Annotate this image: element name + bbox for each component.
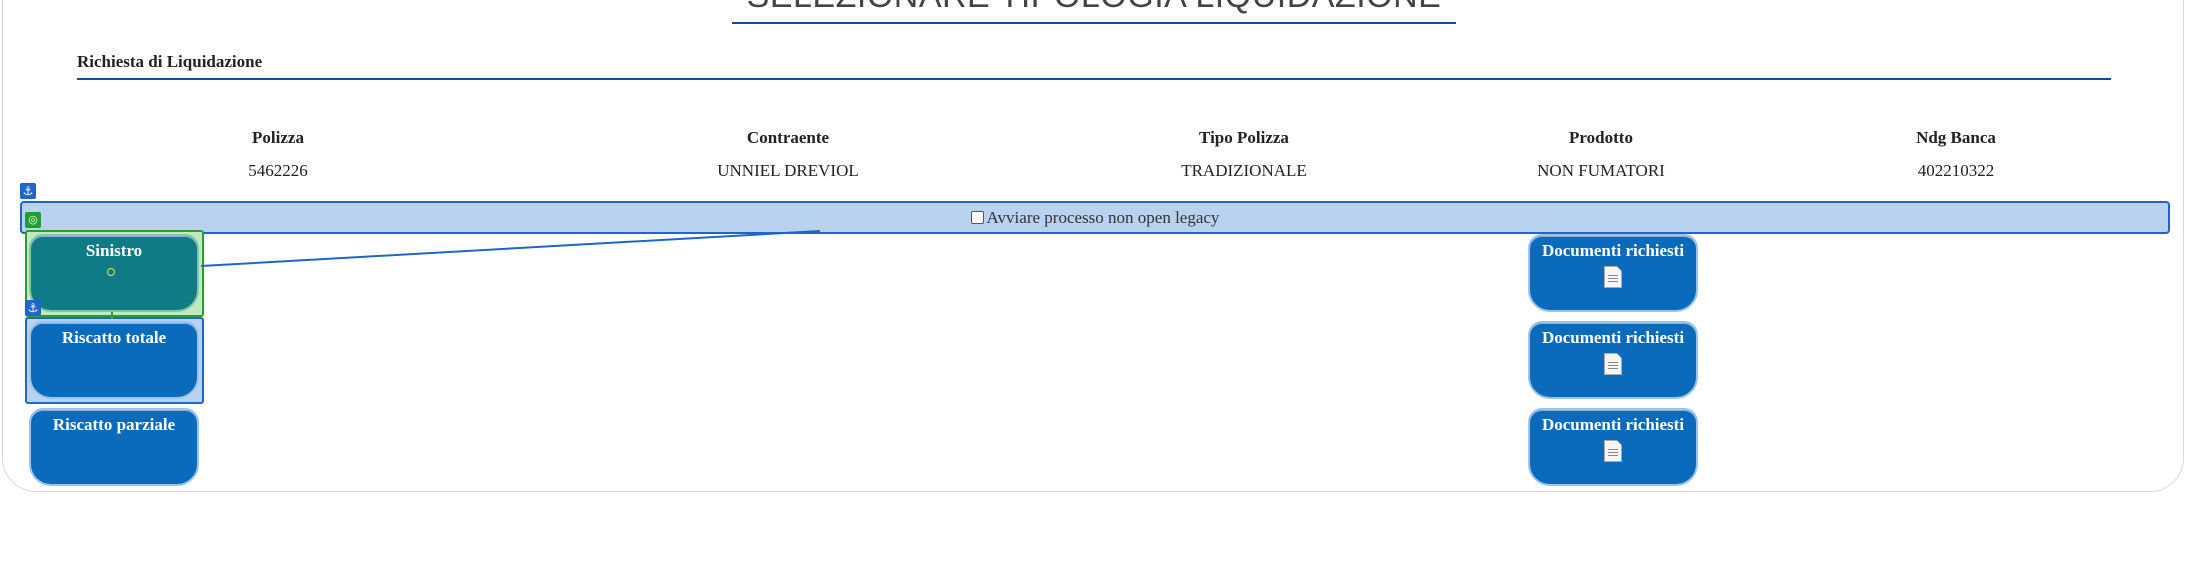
documents-button[interactable]: Documenti richiesti (1528, 408, 1698, 486)
type-card-label: Riscatto parziale (52, 415, 176, 434)
documents-label: Documenti richiesti (1541, 328, 1685, 347)
type-card-label: Sinistro (85, 241, 143, 260)
connector-lines (111, 230, 821, 319)
selected-dot-icon (107, 268, 115, 276)
connector-line (200, 230, 821, 267)
documents-label: Documenti richiesti (1541, 241, 1685, 260)
document-icon (1604, 353, 1622, 375)
type-card-riscatto-parziale[interactable]: Riscatto parziale (29, 408, 199, 486)
anchor-icon: ⚓ (25, 300, 41, 316)
type-card-riscatto-totale[interactable]: Riscatto totale (29, 321, 199, 399)
documents-button[interactable]: Documenti richiesti (1528, 234, 1698, 312)
document-icon (1604, 266, 1622, 288)
document-icon (1604, 440, 1622, 462)
documents-button[interactable]: Documenti richiesti (1528, 321, 1698, 399)
type-card-label: Riscatto totale (61, 328, 167, 347)
documents-label: Documenti richiesti (1541, 415, 1685, 434)
